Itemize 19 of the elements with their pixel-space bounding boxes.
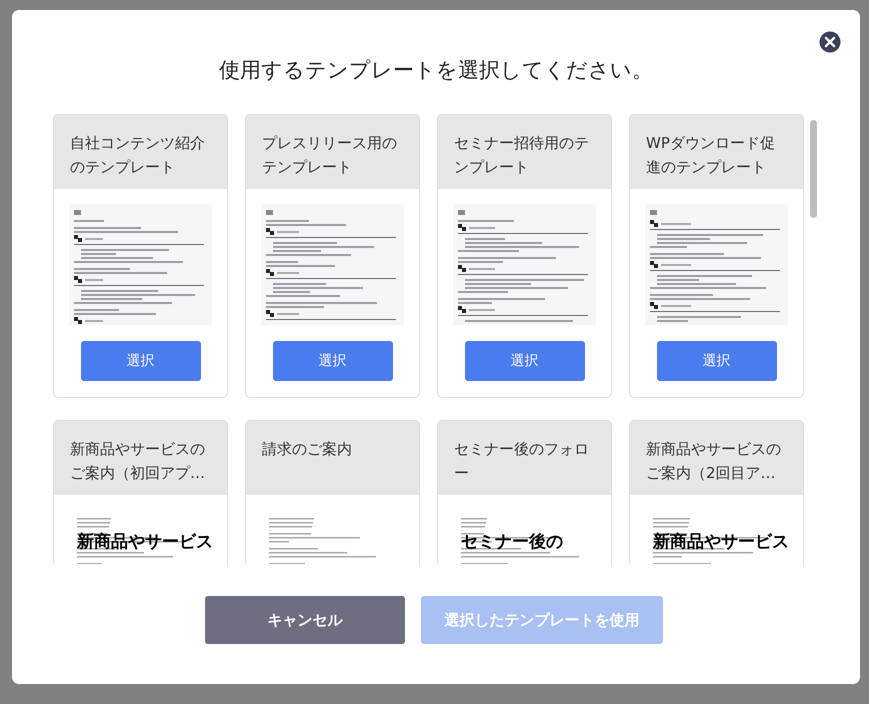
select-button[interactable]: 選択 <box>80 341 200 381</box>
template-title: セミナー招待用のテンプレート <box>454 133 590 178</box>
select-button[interactable]: 選択 <box>272 341 392 381</box>
template-title: 請求のご案内 <box>262 439 353 460</box>
template-title: プレスリリース用のテンプレート <box>262 133 398 178</box>
template-title: WPダウンロード促進のテンプレート <box>646 133 776 178</box>
template-title: 新商品やサービスのご案内（初回アプ… <box>70 439 206 484</box>
template-title: 新商品やサービスのご案内（2回目ア… <box>646 439 782 484</box>
preview-headline: セミナー後の <box>461 532 563 552</box>
scrollbar-thumb[interactable] <box>810 120 817 218</box>
select-button[interactable]: 選択 <box>656 341 776 381</box>
close-icon[interactable] <box>819 31 841 53</box>
preview-headline: 新商品やサービス <box>77 532 213 552</box>
preview-headline: 新商品やサービス <box>653 532 789 552</box>
template-title: セミナー後のフォロー <box>454 439 590 484</box>
select-button[interactable]: 選択 <box>464 341 584 381</box>
template-title: 自社コンテンツ紹介のテンプレート <box>70 133 206 178</box>
cancel-button[interactable]: キャンセル <box>205 596 405 644</box>
dialog-title: 使用するテンプレートを選択してください。 <box>219 57 653 84</box>
